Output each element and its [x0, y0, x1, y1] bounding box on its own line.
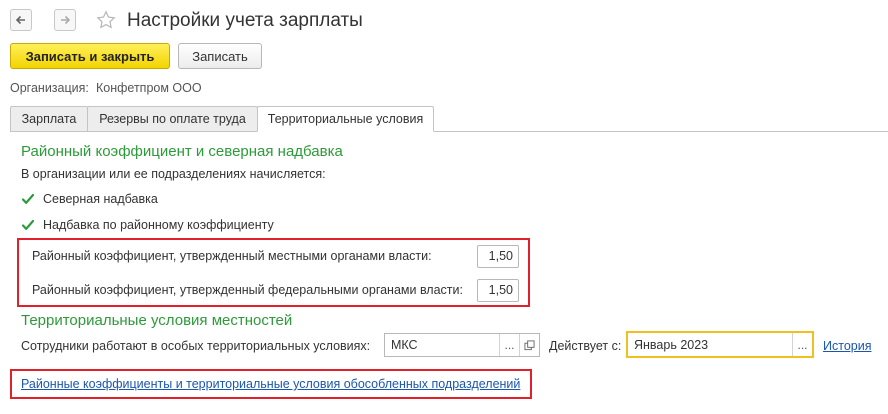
tab-reserves[interactable]: Резервы по оплате труда: [87, 106, 258, 132]
open-button[interactable]: [519, 334, 539, 356]
open-window-icon: [524, 339, 535, 350]
employees-conditions-field[interactable]: МКС ...: [384, 333, 540, 357]
subdivisions-coefficients-link[interactable]: Районные коэффициенты и территориальные …: [21, 377, 520, 391]
period-select-button[interactable]: ...: [792, 333, 812, 356]
tab-salary[interactable]: Зарплата: [10, 106, 88, 132]
checkbox-northern-allowance-label: Северная надбавка: [43, 192, 158, 206]
checkmark-icon: [21, 193, 35, 204]
checkbox-regional-coefficient-label: Надбавка по районному коэффициенту: [43, 218, 274, 232]
arrow-right-icon: [61, 15, 71, 25]
federal-coefficient-label: Районный коэффициент, утвержденный федер…: [32, 283, 463, 297]
page-title: Настройки учета зарплаты: [127, 10, 363, 31]
checkbox-regional-coefficient[interactable]: [21, 218, 35, 232]
favorite-button[interactable]: [95, 9, 117, 31]
section-title-regional: Районный коэффициент и северная надбавка: [21, 143, 343, 160]
select-button[interactable]: ...: [499, 334, 519, 356]
local-coefficient-label: Районный коэффициент, утвержденный местн…: [32, 249, 432, 263]
checkbox-northern-allowance[interactable]: [21, 192, 35, 206]
valid-from-label: Действует с:: [549, 339, 622, 353]
local-coefficient-input[interactable]: 1,50: [477, 245, 519, 268]
employees-conditions-value: МКС: [391, 338, 418, 352]
save-and-close-button[interactable]: Записать и закрыть: [10, 43, 170, 69]
valid-from-value: Январь 2023: [634, 337, 709, 352]
employees-conditions-label: Сотрудники работают в особых территориал…: [21, 339, 371, 353]
back-button[interactable]: [10, 9, 32, 31]
tab-territorial-conditions[interactable]: Территориальные условия: [257, 106, 434, 132]
history-link[interactable]: История: [823, 339, 871, 353]
regional-subtitle: В организации или ее подразделениях начи…: [21, 167, 326, 181]
arrow-left-icon: [15, 15, 25, 25]
federal-coefficient-input[interactable]: 1,50: [477, 279, 519, 302]
checkmark-icon: [21, 219, 35, 230]
forward-button[interactable]: [54, 9, 76, 31]
star-icon: [96, 10, 116, 29]
save-button[interactable]: Записать: [178, 43, 262, 69]
organization-value[interactable]: Конфетпром ООО: [96, 81, 202, 95]
valid-from-field[interactable]: Январь 2023 ...: [626, 331, 814, 358]
organization-label: Организация:: [10, 81, 89, 95]
section-title-territorial: Территориальные условия местностей: [21, 312, 293, 329]
